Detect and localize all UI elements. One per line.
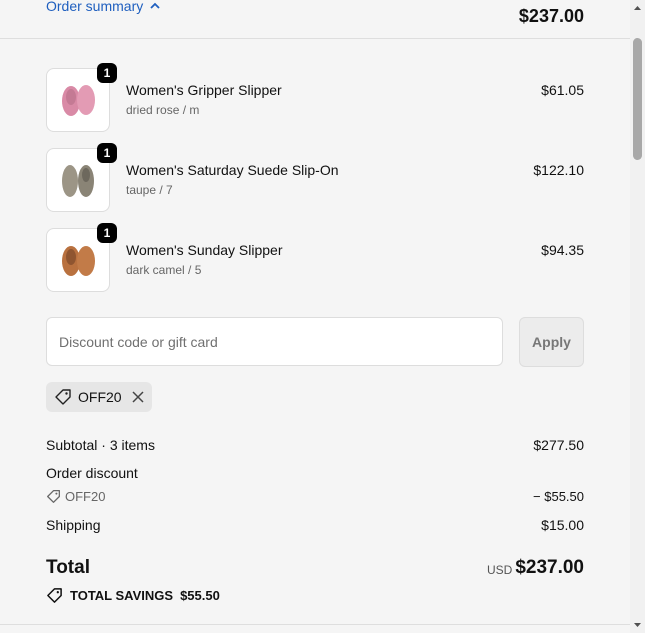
tag-icon	[47, 588, 62, 603]
line-item: 1 Women's Saturday Suede Slip-On taupe /…	[46, 143, 584, 214]
order-summary-toggle-label: Order summary	[46, 0, 144, 14]
total-savings-label: TOTAL SAVINGS	[70, 588, 174, 603]
product-image: 1	[46, 223, 117, 292]
slipper-image-icon	[62, 85, 95, 116]
divider	[0, 624, 630, 625]
close-icon	[132, 391, 144, 403]
scrollbar[interactable]	[630, 0, 645, 633]
product-image: 1	[46, 143, 117, 212]
discount-code-label: OFF20	[46, 489, 105, 504]
scroll-down-arrow-icon[interactable]	[633, 620, 642, 629]
header-total: $237.00	[518, 6, 584, 26]
order-summary-toggle[interactable]: Order summary	[46, 0, 161, 14]
applied-discount-chip: OFF20	[46, 382, 152, 412]
discount-code-text: OFF20	[65, 489, 106, 504]
item-variant: dark camel / 5	[126, 263, 202, 277]
apply-discount-button[interactable]: Apply	[519, 317, 584, 367]
quantity-badge: 1	[97, 143, 117, 163]
total-savings: TOTAL SAVINGS $55.50	[46, 587, 220, 604]
subtotal-label: Subtotal · 3 items	[46, 437, 155, 453]
item-price: $94.35	[541, 242, 584, 258]
applied-discount-code: OFF20	[78, 389, 122, 405]
scroll-up-arrow-icon[interactable]	[633, 4, 642, 13]
total-amount: $237.00	[515, 557, 584, 578]
slipper-image-icon	[62, 246, 95, 276]
total-label: Total	[46, 557, 90, 578]
tag-icon	[55, 389, 71, 405]
remove-discount-button[interactable]	[132, 391, 144, 403]
shipping-value: $15.00	[541, 517, 584, 533]
item-price: $61.05	[541, 82, 584, 98]
scrollbar-thumb[interactable]	[633, 38, 642, 160]
line-item: 1 Women's Sunday Slipper dark camel / 5 …	[46, 223, 584, 294]
product-image: 1	[46, 63, 117, 132]
order-summary-header: Order summary $237.00	[0, 0, 630, 39]
item-variant: dried rose / m	[126, 103, 200, 117]
tag-icon	[47, 490, 60, 503]
item-name: Women's Saturday Suede Slip-On	[126, 162, 339, 178]
chevron-up-icon	[150, 2, 160, 9]
item-name: Women's Sunday Slipper	[126, 242, 283, 258]
discount-code-input[interactable]	[46, 317, 503, 366]
subtotal-value: $277.50	[533, 437, 584, 453]
discount-value: − $55.50	[533, 489, 584, 504]
total-savings-value: $55.50	[180, 588, 220, 603]
shipping-label: Shipping	[46, 517, 101, 533]
item-name: Women's Gripper Slipper	[126, 82, 282, 98]
slip-on-image-icon	[62, 165, 94, 197]
item-variant: taupe / 7	[126, 183, 173, 197]
item-price: $122.10	[533, 162, 584, 178]
quantity-badge: 1	[97, 223, 117, 243]
order-discount-label: Order discount	[46, 465, 138, 481]
total-currency: USD	[487, 563, 513, 577]
quantity-badge: 1	[97, 63, 117, 83]
line-item: 1 Women's Gripper Slipper dried rose / m…	[46, 63, 584, 134]
